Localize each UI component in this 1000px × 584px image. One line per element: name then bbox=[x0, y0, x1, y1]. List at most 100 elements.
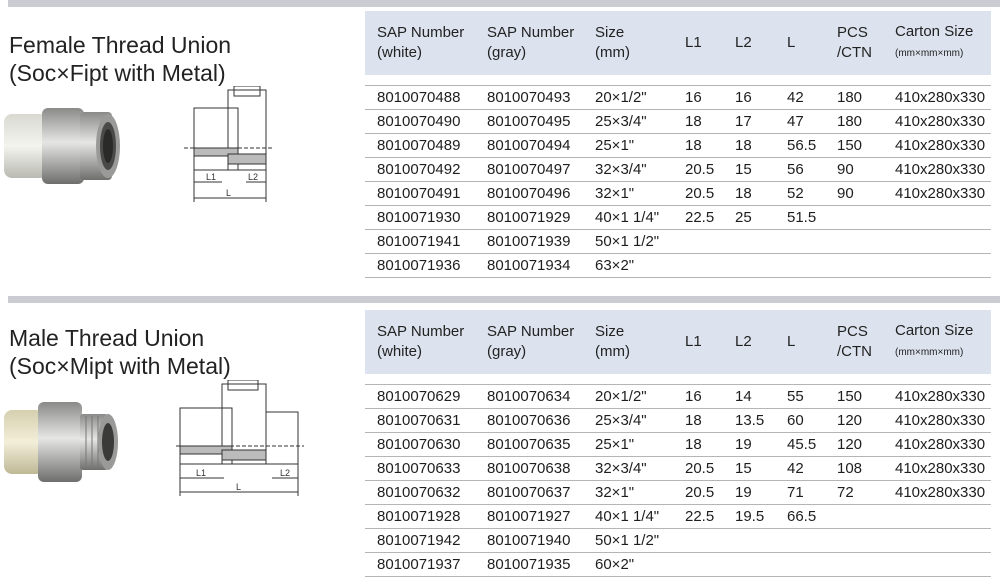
cell-sap-white: 8010070490 bbox=[365, 109, 475, 134]
cell-sap-white: 8010070629 bbox=[365, 384, 475, 409]
cell-pcs: 90 bbox=[825, 157, 883, 182]
cell-l2 bbox=[723, 552, 775, 577]
cell-pcs: 150 bbox=[825, 133, 883, 158]
cell-size: 32×1" bbox=[583, 480, 673, 505]
cell-l2: 16 bbox=[723, 85, 775, 110]
cell-pcs bbox=[825, 528, 883, 553]
cell-l2 bbox=[723, 528, 775, 553]
table-row: 8010071942 8010071940 50×1 1/2" bbox=[365, 528, 991, 553]
section-title: Female Thread Union (Soc×Fipt with Metal… bbox=[9, 31, 231, 87]
cell-l2: 25 bbox=[723, 205, 775, 230]
cell-sap-gray: 8010071934 bbox=[475, 253, 583, 278]
cell-pcs: 120 bbox=[825, 408, 883, 433]
table-row: 8010070491 8010070496 32×1" 20.5 18 52 90 410x2… bbox=[365, 181, 991, 206]
table-row: 8010071936 8010071934 63×2" bbox=[365, 253, 991, 278]
col-pcs: PCS/CTN bbox=[825, 310, 883, 374]
male-union-drawing: L1 L2 L bbox=[176, 380, 304, 496]
table-row: 8010070492 8010070497 32×3/4" 20.5 15 56 90 410… bbox=[365, 157, 991, 182]
cell-sap-gray: 8010070493 bbox=[475, 85, 583, 110]
cell-size: 50×1 1/2" bbox=[583, 528, 673, 553]
cell-sap-gray: 8010071927 bbox=[475, 504, 583, 529]
cell-l: 56 bbox=[775, 157, 825, 182]
cell-l: 60 bbox=[775, 408, 825, 433]
cell-sap-white: 8010070488 bbox=[365, 85, 475, 110]
cell-carton: 410x280x330 bbox=[883, 384, 991, 409]
cell-l1: 20.5 bbox=[673, 480, 723, 505]
col-carton: Carton Size (mm×mm×mm) bbox=[883, 310, 991, 374]
col-sap-gray: SAP Number (gray) bbox=[475, 310, 583, 374]
cell-carton bbox=[883, 253, 991, 278]
section-title: Male Thread Union (Soc×Mipt with Metal) bbox=[9, 324, 231, 380]
dim-l1-label: L1 bbox=[206, 172, 216, 182]
cell-carton: 410x280x330 bbox=[883, 157, 991, 182]
cell-l bbox=[775, 528, 825, 553]
cell-sap-gray: 8010070495 bbox=[475, 109, 583, 134]
title-line-2: (Soc×Fipt with Metal) bbox=[9, 60, 226, 86]
cell-l1: 18 bbox=[673, 432, 723, 457]
cell-carton bbox=[883, 205, 991, 230]
cell-size: 25×3/4" bbox=[583, 408, 673, 433]
table-row: 8010070629 8010070634 20×1/2" 16 14 55 150 410x… bbox=[365, 384, 991, 409]
cell-sap-gray: 8010071929 bbox=[475, 205, 583, 230]
cell-l2: 18 bbox=[723, 181, 775, 206]
dim-l-label: L bbox=[236, 482, 241, 492]
col-sap-gray: SAP Number (gray) bbox=[475, 11, 583, 75]
table-row: 8010070489 8010070494 25×1" 18 18 56.5 150 410x… bbox=[365, 133, 991, 158]
cell-l: 45.5 bbox=[775, 432, 825, 457]
dim-l2-label: L2 bbox=[248, 172, 258, 182]
table-row: 8010070490 8010070495 25×3/4" 18 17 47 180 410x… bbox=[365, 109, 991, 134]
cell-l: 42 bbox=[775, 85, 825, 110]
cell-l2: 19 bbox=[723, 432, 775, 457]
cell-sap-gray: 8010070496 bbox=[475, 181, 583, 206]
female-union-section: Female Thread Union (Soc×Fipt with Metal… bbox=[0, 0, 1000, 292]
cell-pcs bbox=[825, 253, 883, 278]
cell-l2: 19.5 bbox=[723, 504, 775, 529]
male-union-section: Male Thread Union (Soc×Mipt with Metal) bbox=[0, 296, 1000, 584]
cell-l1 bbox=[673, 253, 723, 278]
cell-carton bbox=[883, 528, 991, 553]
cell-l1: 20.5 bbox=[673, 181, 723, 206]
table-row: 8010070631 8010070636 25×3/4" 18 13.5 60 120 41… bbox=[365, 408, 991, 433]
cell-l: 66.5 bbox=[775, 504, 825, 529]
table-row: 8010070488 8010070493 20×1/2" 16 16 42 180 410x… bbox=[365, 85, 991, 110]
cell-l1 bbox=[673, 528, 723, 553]
cell-l2: 18 bbox=[723, 133, 775, 158]
cell-pcs bbox=[825, 205, 883, 230]
col-l1: L1 bbox=[673, 11, 723, 75]
cell-size: 60×2" bbox=[583, 552, 673, 577]
cell-l1: 22.5 bbox=[673, 504, 723, 529]
cell-sap-white: 8010070489 bbox=[365, 133, 475, 158]
cell-l: 55 bbox=[775, 384, 825, 409]
cell-pcs: 108 bbox=[825, 456, 883, 481]
cell-sap-white: 8010070633 bbox=[365, 456, 475, 481]
cell-carton: 410x280x330 bbox=[883, 109, 991, 134]
cell-sap-white: 8010070630 bbox=[365, 432, 475, 457]
cell-sap-gray: 8010071939 bbox=[475, 229, 583, 254]
cell-sap-gray: 8010070635 bbox=[475, 432, 583, 457]
cell-pcs bbox=[825, 504, 883, 529]
table-row: 8010071937 8010071935 60×2" bbox=[365, 552, 991, 577]
title-line-1: Female Thread Union bbox=[9, 32, 232, 58]
cell-l: 47 bbox=[775, 109, 825, 134]
female-union-drawing: L1 L2 L bbox=[184, 86, 274, 202]
col-l1: L1 bbox=[673, 310, 723, 374]
cell-l1: 18 bbox=[673, 133, 723, 158]
cell-sap-gray: 8010070634 bbox=[475, 384, 583, 409]
title-line-2: (Soc×Mipt with Metal) bbox=[9, 353, 231, 379]
col-l2: L2 bbox=[723, 11, 775, 75]
cell-l2 bbox=[723, 253, 775, 278]
cell-sap-white: 8010070492 bbox=[365, 157, 475, 182]
cell-pcs: 150 bbox=[825, 384, 883, 409]
cell-l2: 15 bbox=[723, 456, 775, 481]
cell-carton: 410x280x330 bbox=[883, 85, 991, 110]
cell-sap-gray: 8010071940 bbox=[475, 528, 583, 553]
cell-carton: 410x280x330 bbox=[883, 456, 991, 481]
cell-sap-white: 8010071942 bbox=[365, 528, 475, 553]
cell-pcs: 180 bbox=[825, 85, 883, 110]
female-union-spec-table: SAP Number (white) SAP Number (gray) Size(… bbox=[365, 11, 991, 278]
cell-sap-gray: 8010070636 bbox=[475, 408, 583, 433]
cell-sap-gray: 8010071935 bbox=[475, 552, 583, 577]
cell-size: 32×1" bbox=[583, 181, 673, 206]
cell-sap-white: 8010071937 bbox=[365, 552, 475, 577]
cell-carton: 410x280x330 bbox=[883, 432, 991, 457]
